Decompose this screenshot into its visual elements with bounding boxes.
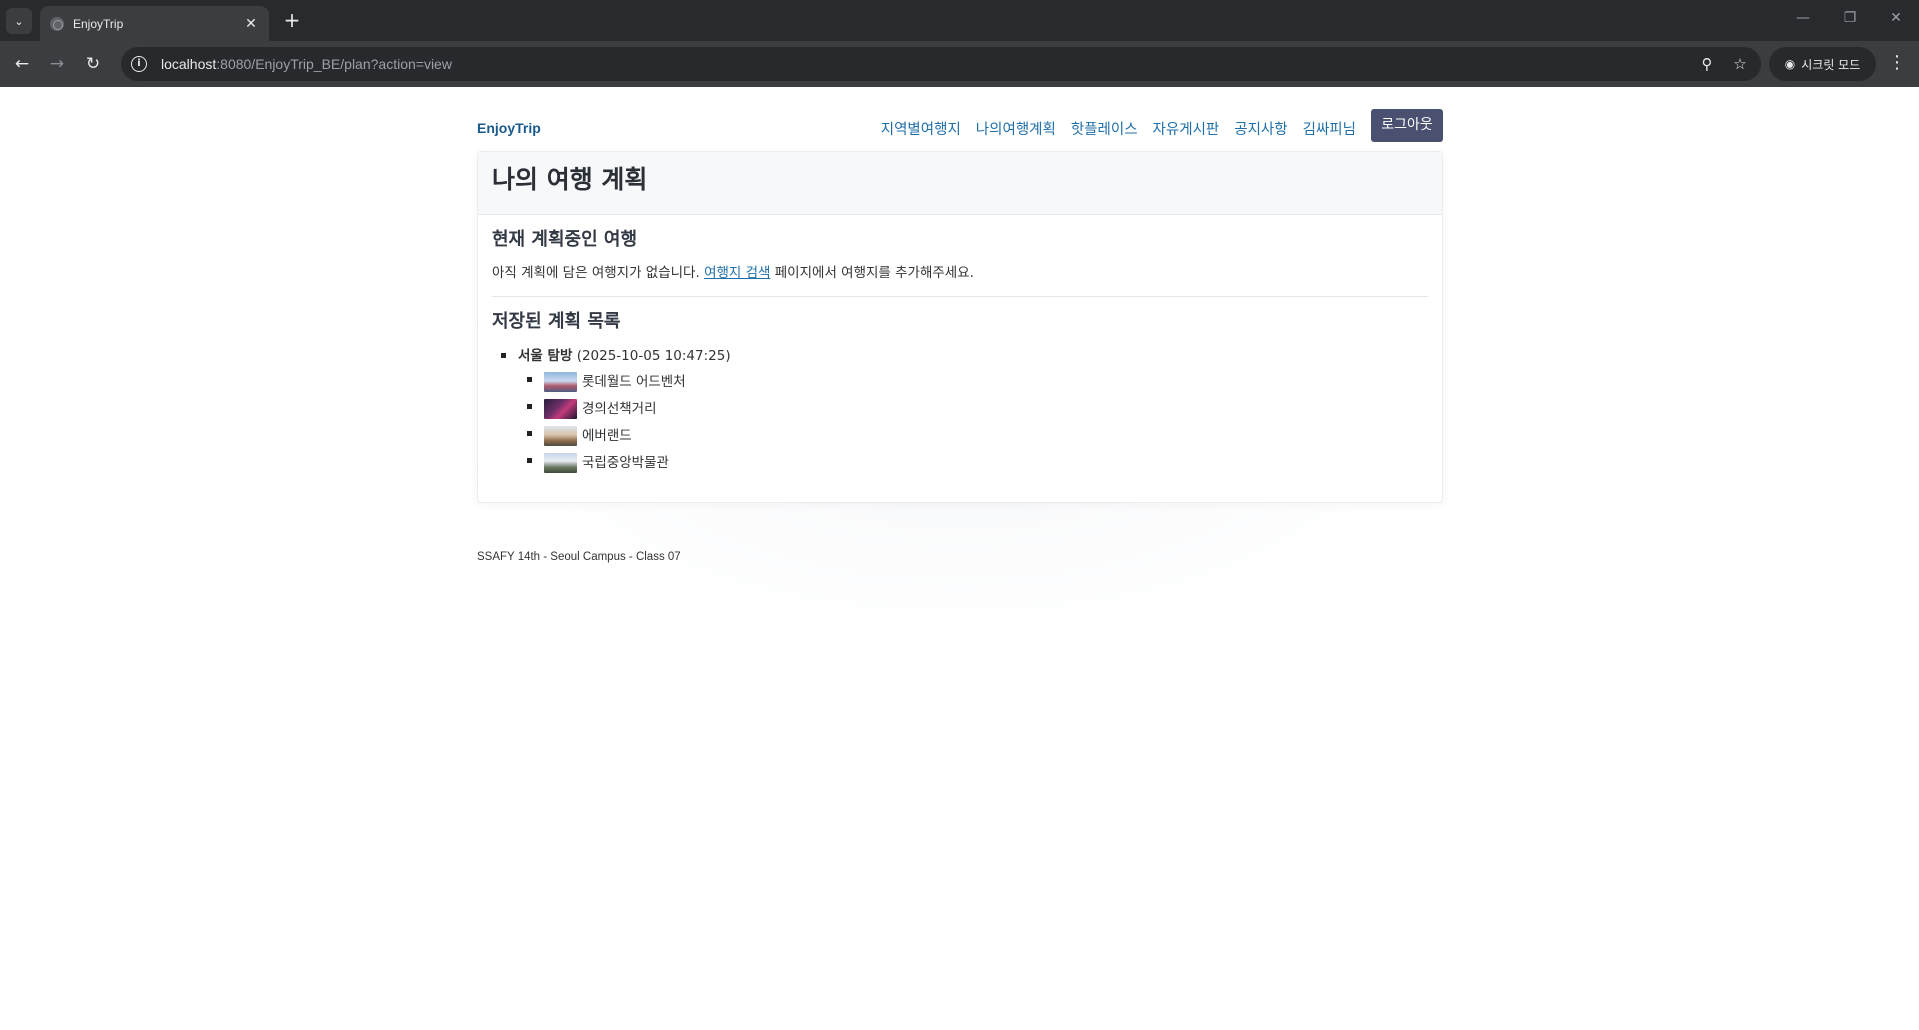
bookmark-star-icon[interactable]: ☆ [1728, 52, 1752, 76]
place-item: 경의선책거리 [527, 395, 1428, 422]
place-name: 롯데월드 어드벤처 [582, 373, 686, 390]
tab-title: EnjoyTrip [73, 16, 124, 31]
plan-card: 나의 여행 계획 현재 계획중인 여행 아직 계획에 담은 여행지가 없습니다.… [477, 151, 1443, 503]
nav-link-my-plan[interactable]: 나의여행계획 [976, 118, 1056, 139]
browser-menu-icon[interactable]: ⋮ [1885, 52, 1909, 76]
saved-plan-list: 서울 탐방 (2025-10-05 10:47:25) 롯데월드 어드벤처 경의… [492, 347, 1428, 476]
footer-text: SSAFY 14th - Seoul Campus - Class 07 [477, 551, 681, 563]
back-arrow-icon[interactable]: ← [10, 52, 34, 76]
card-header: 나의 여행 계획 [478, 152, 1442, 215]
new-tab-plus-icon[interactable]: + [280, 9, 304, 33]
site-navbar: EnjoyTrip 지역별여행지 나의여행계획 핫플레이스 자유게시판 공지사항… [477, 87, 1443, 145]
browser-toolbar: ← → ↻ i localhost:8080/EnjoyTrip_BE/plan… [0, 41, 1919, 87]
nav-link-board[interactable]: 자유게시판 [1153, 118, 1220, 139]
place-thumbnail [544, 425, 577, 446]
place-item: 에버랜드 [527, 422, 1428, 449]
browser-tab[interactable]: EnjoyTrip ✕ [40, 6, 269, 41]
reload-icon[interactable]: ↻ [81, 52, 105, 76]
forward-arrow-icon[interactable]: → [45, 52, 69, 76]
plan-name[interactable]: 서울 탐방 [518, 348, 572, 364]
globe-icon [50, 16, 64, 31]
nav-link-hotplace[interactable]: 핫플레이스 [1071, 118, 1138, 139]
place-name: 에버랜드 [582, 427, 632, 444]
place-name: 국립중앙박물관 [582, 454, 669, 471]
page-title: 나의 여행 계획 [492, 165, 648, 194]
restore-icon[interactable]: ❐ [1840, 10, 1860, 26]
plan-date: (2025-10-05 10:47:25) [576, 348, 731, 364]
page-viewport: EnjoyTrip 지역별여행지 나의여행계획 핫플레이스 자유게시판 공지사항… [0, 87, 1919, 1030]
place-thumbnail [544, 452, 577, 473]
place-list: 롯데월드 어드벤처 경의선책거리 에버랜드 국립중앙박물관 [518, 368, 1428, 476]
nav-links: 지역별여행지 나의여행계획 핫플레이스 자유게시판 공지사항 김싸피님 [881, 118, 1356, 139]
place-item: 롯데월드 어드벤처 [527, 368, 1428, 395]
place-thumbnail [544, 398, 577, 419]
site-info-icon[interactable]: i [131, 56, 147, 72]
close-tab-icon[interactable]: ✕ [241, 16, 261, 32]
search-link[interactable]: 여행지 검색 [704, 265, 770, 281]
place-name: 경의선책거리 [582, 400, 657, 417]
card-body: 현재 계획중인 여행 아직 계획에 담은 여행지가 없습니다. 여행지 검색 페… [478, 215, 1442, 488]
nav-link-notice[interactable]: 공지사항 [1234, 118, 1287, 139]
place-item: 국립중앙박물관 [527, 449, 1428, 476]
incognito-label: 시크릿 모드 [1801, 57, 1861, 72]
zoom-icon[interactable]: ⚲ [1695, 52, 1719, 76]
saved-plans-title: 저장된 계획 목록 [492, 311, 621, 332]
window-close-icon[interactable]: ✕ [1886, 10, 1906, 26]
place-thumbnail [544, 371, 577, 392]
tab-search-chevron-icon[interactable]: ⌄ [6, 8, 32, 34]
address-bar[interactable]: i localhost:8080/EnjoyTrip_BE/plan?actio… [121, 47, 1761, 81]
nav-link-user[interactable]: 김싸피님 [1303, 118, 1356, 139]
incognito-badge[interactable]: ◉ 시크릿 모드 [1769, 47, 1876, 81]
current-plan-title: 현재 계획중인 여행 [492, 229, 638, 250]
plan-item: 서울 탐방 (2025-10-05 10:47:25) 롯데월드 어드벤처 경의… [501, 347, 1428, 476]
browser-tabstrip: ⌄ EnjoyTrip ✕ + — ❐ ✕ [0, 0, 1919, 41]
nav-link-region[interactable]: 지역별여행지 [881, 118, 961, 139]
url-text[interactable]: localhost:8080/EnjoyTrip_BE/plan?action=… [161, 56, 1695, 72]
divider [492, 296, 1428, 297]
logout-button[interactable]: 로그아웃 [1371, 109, 1443, 142]
minimize-icon[interactable]: — [1793, 10, 1813, 26]
empty-plan-notice: 아직 계획에 담은 여행지가 없습니다. 여행지 검색 페이지에서 여행지를 추… [492, 265, 974, 281]
incognito-icon: ◉ [1784, 57, 1796, 71]
brand-link[interactable]: EnjoyTrip [477, 120, 541, 136]
